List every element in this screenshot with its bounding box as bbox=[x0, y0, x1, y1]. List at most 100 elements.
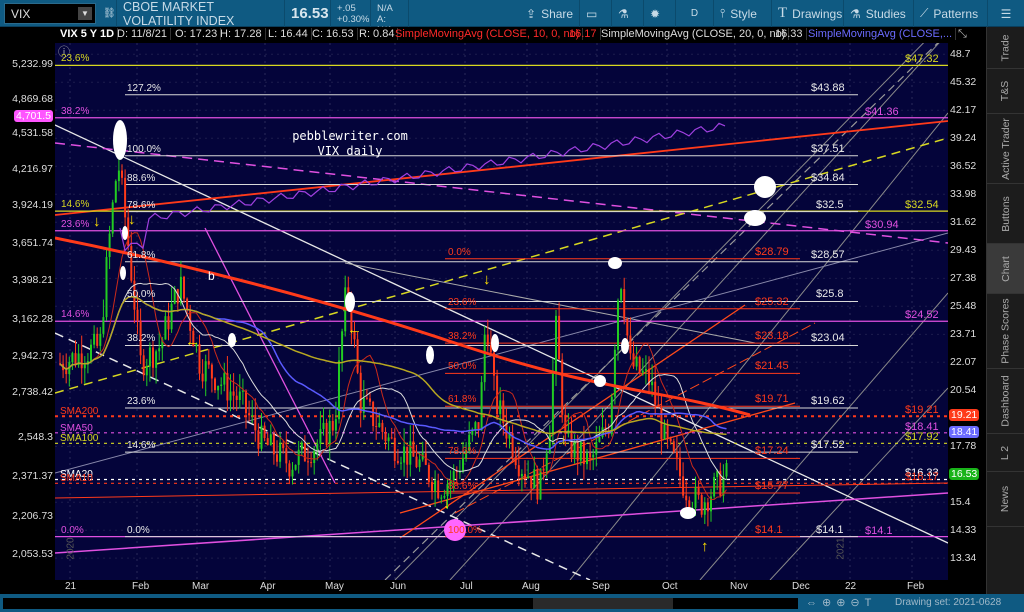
sma50-label[interactable]: SimpleMovingAvg (CLOSE,... bbox=[805, 28, 957, 40]
candle-body bbox=[232, 391, 235, 396]
candle-body bbox=[486, 334, 489, 345]
right-axis-label: 45.32 bbox=[950, 76, 977, 89]
price-badge: 19.21 bbox=[949, 409, 980, 422]
left-price-axis[interactable]: 5,232.99 4,869.68 4,531.58 4,216.97 3,924.19… bbox=[0, 43, 55, 580]
candle-body bbox=[291, 469, 294, 477]
fib-price-label: $17.24 bbox=[755, 445, 789, 458]
candle-body bbox=[260, 425, 263, 449]
fib-pct-label: 23.6% bbox=[61, 218, 90, 230]
time-axis[interactable]: 21 Feb Mar Apr May Jun Jul Aug Sep Oct Nov Dec 22 Feb bbox=[55, 580, 948, 594]
sma10-label[interactable]: SimpleMovingAvg (CLOSE, 10, 0, no) bbox=[392, 28, 584, 40]
candle-body bbox=[514, 456, 517, 466]
sidebar-tab-active-trader[interactable]: Active Trader bbox=[987, 114, 1024, 184]
alerts-button[interactable]: ▭ bbox=[580, 0, 612, 27]
chevron-down-icon[interactable]: ▼ bbox=[78, 7, 92, 20]
chart-area[interactable]: 23.6% $47.32 38.2% $41.36 14.6% $32.54 23.6% $3… bbox=[55, 43, 948, 580]
chart-canvas[interactable] bbox=[55, 43, 948, 580]
drawings-button[interactable]: T Drawings bbox=[772, 0, 844, 27]
candle-body bbox=[316, 443, 319, 451]
candle-body bbox=[480, 382, 483, 431]
candle-body bbox=[365, 397, 368, 399]
menu-button[interactable]: ☰ bbox=[988, 0, 1024, 27]
sidebar-tab-phase-scores[interactable]: Phase Scores bbox=[987, 294, 1024, 369]
candle-body bbox=[527, 476, 530, 478]
sidebar-tab-t-s[interactable]: T&S bbox=[987, 69, 1024, 114]
candle-body bbox=[427, 464, 430, 483]
zoom-tools-icons[interactable]: ⇔⊕⊕⊖T bbox=[806, 596, 876, 609]
candle-body bbox=[369, 398, 371, 402]
candle-body bbox=[124, 177, 127, 218]
settings-button[interactable]: ✹ bbox=[644, 0, 676, 27]
sidebar-tab-buttons[interactable]: Buttons bbox=[987, 184, 1024, 244]
candle-body bbox=[437, 480, 440, 499]
candle-body bbox=[266, 438, 269, 446]
link-icon[interactable]: ⛓ bbox=[97, 0, 117, 27]
left-axis-label: 3,398.21 bbox=[12, 274, 53, 286]
studies-button[interactable]: ⚗ Studies bbox=[844, 0, 914, 27]
right-axis-label: 36.52 bbox=[950, 160, 977, 173]
drawing-set[interactable]: Drawing set: 2021-0628 bbox=[895, 597, 1001, 608]
candle-icon: ⫯ bbox=[720, 6, 726, 20]
candle-body bbox=[152, 347, 154, 368]
candle-body bbox=[434, 480, 437, 492]
candle-body bbox=[651, 381, 654, 386]
sidebar-tab-trade[interactable]: Trade bbox=[987, 27, 1024, 69]
candle-body bbox=[682, 476, 685, 496]
fib-price-label: $19.62 bbox=[811, 395, 845, 408]
candle-body bbox=[415, 456, 418, 468]
share-button[interactable]: ⇪ Share bbox=[520, 0, 580, 27]
candle-body bbox=[666, 424, 669, 439]
sidebar-tab-news[interactable]: News bbox=[987, 472, 1024, 527]
left-axis-label: 2,206.73 bbox=[12, 510, 53, 522]
left-axis-label: 2,738.42 bbox=[12, 386, 53, 398]
fib-pct-label: 14.6% bbox=[127, 440, 156, 452]
candle-body bbox=[167, 316, 170, 330]
sidebar-tab-label: Phase Scores bbox=[999, 298, 1012, 364]
candle-body bbox=[452, 471, 455, 481]
price-badge: 16.53 bbox=[949, 467, 980, 480]
candle-body bbox=[675, 451, 678, 458]
expand-icon[interactable]: ⤡ bbox=[955, 28, 970, 41]
candle-body bbox=[142, 355, 145, 376]
candle-body bbox=[592, 454, 595, 458]
time-axis-label: Jul bbox=[460, 581, 473, 592]
period-button[interactable]: D bbox=[676, 0, 714, 27]
candle-body bbox=[96, 333, 99, 346]
sidebar-tab-chart[interactable]: Chart bbox=[987, 244, 1024, 294]
right-price-axis[interactable]: 48.7 45.32 42.17 39.24 36.52 33.98 31.62 29.43 2… bbox=[948, 43, 986, 580]
sma20-label[interactable]: SimpleMovingAvg (CLOSE, 20, 0, no) bbox=[598, 28, 790, 40]
fib-pct-label: 100.0% bbox=[127, 143, 161, 155]
sidebar-tab-l-2[interactable]: L 2 bbox=[987, 434, 1024, 472]
candle-body bbox=[269, 434, 272, 446]
candle-body bbox=[319, 429, 322, 444]
style-button[interactable]: ⫯ Style bbox=[714, 0, 772, 27]
symbol-input[interactable]: VIX ▼ bbox=[4, 3, 96, 24]
sidebar-tab-label: Dashboard bbox=[999, 375, 1012, 427]
candle-body bbox=[155, 351, 158, 368]
patterns-button[interactable]: ⟋ Patterns bbox=[914, 0, 988, 27]
menu-icon: ☰ bbox=[1000, 6, 1012, 21]
study-info-bar: VIX 5 Y 1D D: 11/8/21 O: 17.23 H: 17.28 … bbox=[0, 27, 1024, 43]
time-axis-label: May bbox=[325, 581, 344, 592]
time-axis-label: Mar bbox=[192, 581, 210, 592]
yellow-arrow-icon: ↓ bbox=[560, 431, 568, 448]
pivot-marker bbox=[113, 120, 127, 160]
candle-body bbox=[121, 170, 123, 178]
candle-body bbox=[372, 401, 375, 427]
watermark-site: pebblewriter.com bbox=[292, 129, 408, 143]
scrollbar-thumb[interactable] bbox=[533, 598, 673, 609]
candle-body bbox=[458, 471, 461, 473]
sidebar-tab-dashboard[interactable]: Dashboard bbox=[987, 369, 1024, 434]
horizontal-scrollbar[interactable] bbox=[3, 598, 798, 609]
flask-button[interactable]: ⚗ bbox=[612, 0, 644, 27]
candle-body bbox=[570, 430, 573, 458]
candle-body bbox=[288, 463, 291, 477]
fib-price-label: $14.1 bbox=[816, 523, 844, 536]
candle-body bbox=[201, 373, 204, 382]
left-axis-label: 4,869.68 bbox=[12, 93, 53, 105]
candle-body bbox=[276, 454, 278, 462]
candle-body bbox=[474, 422, 477, 430]
yellow-arrow-icon: ← bbox=[185, 333, 200, 350]
spx-price-badge: 4,701.5 bbox=[13, 110, 53, 122]
candle-body bbox=[93, 333, 96, 345]
